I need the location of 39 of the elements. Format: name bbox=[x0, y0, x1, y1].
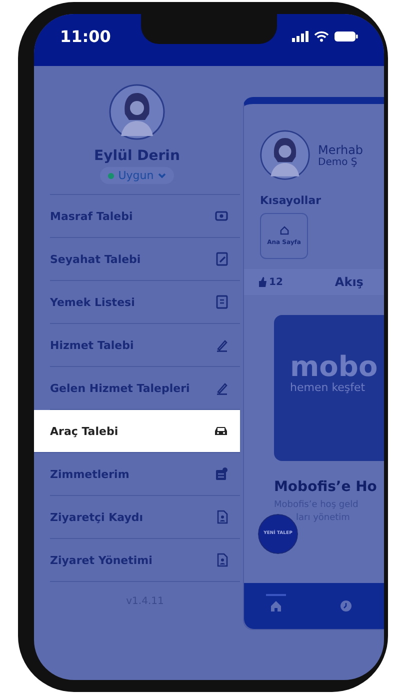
feed-tab[interactable]: Akış bbox=[330, 273, 368, 291]
menu-item[interactable]: Masraf Talebi bbox=[50, 195, 240, 238]
menu-item[interactable]: Araç Talebi bbox=[34, 410, 240, 453]
pen-icon bbox=[216, 382, 228, 394]
home-icon bbox=[270, 600, 282, 612]
menu-item[interactable]: Seyahat Talebi bbox=[50, 238, 240, 281]
battery-icon bbox=[334, 30, 358, 42]
home-icon bbox=[280, 226, 288, 235]
banner-title: mobo bbox=[290, 352, 379, 380]
shortcuts-title: Kısayollar bbox=[260, 194, 322, 207]
car-icon bbox=[214, 425, 228, 437]
likes-tab[interactable]: 12 bbox=[254, 274, 287, 290]
wifi-icon bbox=[314, 30, 329, 42]
visitor-document-icon bbox=[216, 553, 228, 567]
signal-icon bbox=[292, 30, 309, 42]
menu-item[interactable]: Ziyaretçi Kaydı bbox=[50, 496, 240, 539]
banner-subtitle: hemen keşfet bbox=[290, 380, 366, 394]
menu-item[interactable]: Hizmet Talebi bbox=[50, 324, 240, 367]
menu-item[interactable]: Ziyaret Yönetimi bbox=[50, 539, 240, 582]
status-dot bbox=[108, 172, 114, 178]
menu-item[interactable]: Zimmetlerim bbox=[50, 453, 240, 496]
welcome-title: Mobofis’e Ho bbox=[274, 479, 378, 495]
company-name: Demo Ş bbox=[318, 156, 358, 168]
avatar bbox=[260, 130, 310, 180]
clipboard-icon bbox=[215, 467, 228, 481]
money-icon bbox=[215, 211, 228, 221]
chevron-down-icon bbox=[158, 172, 166, 178]
clock-icon bbox=[340, 600, 352, 612]
greeting: Merhab bbox=[318, 142, 364, 156]
menu-item[interactable]: Yemek Listesi bbox=[50, 281, 240, 324]
user-name: Eylül Derin bbox=[94, 148, 180, 164]
thumbs-up-icon bbox=[258, 277, 267, 287]
document-icon bbox=[216, 295, 228, 309]
status-time: 11:00 bbox=[60, 26, 111, 46]
visitor-document-icon bbox=[216, 510, 228, 524]
pen-icon bbox=[216, 338, 228, 352]
avatar bbox=[109, 84, 165, 140]
status-dropdown[interactable]: Uygun bbox=[100, 167, 174, 184]
edit-document-icon bbox=[216, 252, 228, 266]
